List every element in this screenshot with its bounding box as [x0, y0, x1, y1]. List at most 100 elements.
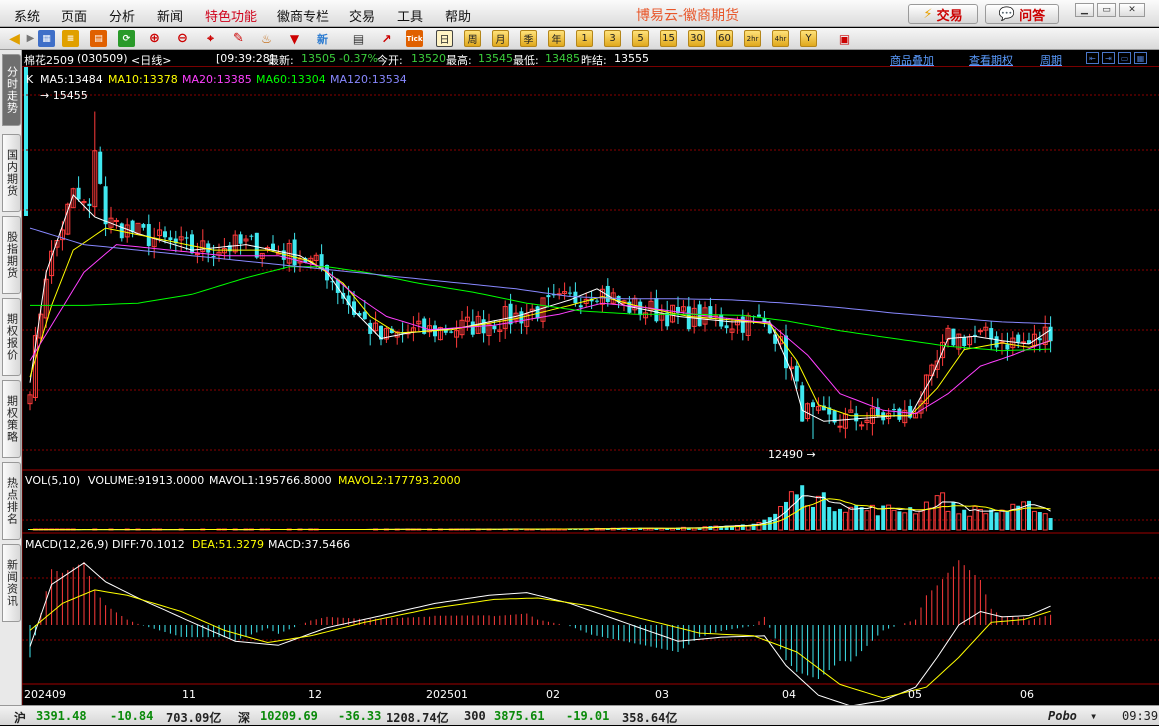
- macd-legend-dea: DEA:51.3279: [192, 538, 264, 551]
- prev-settle-label: 昨结:: [581, 54, 607, 67]
- sh-label: 沪: [14, 711, 27, 725]
- volume-bar: [918, 510, 924, 531]
- lightning-icon: ⚡: [923, 6, 933, 22]
- tab-option-quotes[interactable]: 期权报价: [2, 298, 21, 376]
- line-chart-icon[interactable]: ↗: [378, 30, 395, 47]
- volume-bar: [832, 511, 837, 530]
- back-icon[interactable]: ◀: [6, 30, 23, 47]
- x-axis-label: 202501: [426, 688, 468, 701]
- volume-bar: [778, 506, 784, 531]
- period-quarter[interactable]: 季: [520, 30, 537, 47]
- info-bar: 棉花2509 (030509) <日线> [09:39:28] 最新: 1350…: [22, 50, 1159, 67]
- status-bar: 沪 3391.48 -10.84 703.09亿 深 10209.69 -36.…: [0, 705, 1159, 725]
- minimize-icon[interactable]: ▁: [1075, 3, 1094, 17]
- tab-index-futures[interactable]: 股指期货: [2, 216, 21, 294]
- expand-icon[interactable]: ⇥: [1102, 52, 1115, 64]
- maximize-icon[interactable]: ▭: [1097, 3, 1116, 17]
- menu-analysis[interactable]: 分析: [109, 6, 135, 25]
- x-axis-label: 202409: [24, 688, 66, 701]
- volume-bar: [811, 506, 815, 530]
- forward-icon[interactable]: ▶: [22, 30, 39, 47]
- clock: 09:39: [1122, 709, 1159, 723]
- close-icon[interactable]: ✕: [1119, 3, 1145, 17]
- period-60min[interactable]: 60: [716, 30, 733, 47]
- period-3min[interactable]: 3: [604, 30, 621, 47]
- layout-icon[interactable]: ▦: [38, 30, 55, 47]
- bell-icon[interactable]: ♨: [258, 30, 275, 47]
- database-icon[interactable]: ≡: [62, 30, 79, 47]
- candle: [254, 232, 259, 258]
- period-30min[interactable]: 30: [688, 30, 705, 47]
- tab-timeshare[interactable]: 分时走势: [2, 54, 21, 126]
- trade-button[interactable]: ⚡ 交易: [908, 4, 978, 24]
- new-icon[interactable]: 新: [314, 30, 331, 47]
- candle: [1037, 338, 1042, 341]
- kline-chart[interactable]: → 15455 12490 → K MA5:13484 MA10:13378 MA20:1…: [22, 50, 1159, 705]
- candle: [773, 334, 778, 344]
- grid-icon[interactable]: ▦: [1134, 52, 1147, 64]
- sh-index: 3391.48: [36, 709, 87, 723]
- overlay-commodity-link[interactable]: 商品叠加: [890, 52, 934, 68]
- menu-features[interactable]: 特色功能: [205, 6, 257, 25]
- ask-button[interactable]: 💬 问答: [985, 4, 1059, 24]
- ma10-line: [29, 227, 1051, 417]
- period-year[interactable]: 年: [548, 30, 565, 47]
- period-15min[interactable]: 15: [660, 30, 677, 47]
- menu-system[interactable]: 系统: [14, 6, 40, 25]
- zoom-in-icon[interactable]: ⊕: [146, 30, 163, 47]
- period-1min[interactable]: 1: [576, 30, 593, 47]
- menu-news[interactable]: 新闻: [157, 6, 183, 25]
- menu-bar: 系统 页面 分析 新闻 特色功能 徽商专栏 交易 工具 帮助 博易云-徽商期货 …: [0, 0, 1159, 27]
- refresh-icon[interactable]: ⟳: [118, 30, 135, 47]
- period-day[interactable]: 日: [436, 30, 453, 47]
- tick-icon[interactable]: Tick: [406, 30, 423, 47]
- high-price: 13545: [478, 52, 513, 65]
- period-4hr[interactable]: 4hr: [772, 30, 789, 47]
- tab-option-strategy[interactable]: 期权策略: [2, 380, 21, 458]
- vol-legend-name: VOL(5,10): [25, 474, 80, 487]
- candle: [724, 325, 729, 329]
- tab-domestic-futures[interactable]: 国内期货: [2, 134, 21, 212]
- shrink-icon[interactable]: ⇤: [1086, 52, 1099, 64]
- table-icon[interactable]: ▤: [350, 30, 367, 47]
- volume-bar: [940, 492, 946, 531]
- macd-legend-diff: DIFF:70.1012: [112, 538, 185, 551]
- period-month[interactable]: 月: [492, 30, 509, 47]
- max-price-label: → 15455: [40, 89, 88, 102]
- scroll-indicator[interactable]: [24, 66, 28, 216]
- cy-index: 3875.61: [494, 709, 545, 723]
- candle: [837, 425, 843, 428]
- menu-trade[interactable]: 交易: [349, 6, 375, 25]
- cy-change: -19.01: [566, 709, 610, 723]
- menu-page[interactable]: 页面: [61, 6, 87, 25]
- calendar-icon[interactable]: ▣: [836, 30, 853, 47]
- period-link[interactable]: 周期: [1040, 52, 1062, 68]
- zoom-out-icon[interactable]: ⊖: [174, 30, 191, 47]
- dea-line: [29, 589, 1051, 699]
- tab-news[interactable]: 新闻资讯: [2, 544, 21, 622]
- sh-change: -10.84: [110, 709, 154, 723]
- menu-huishang[interactable]: 徽商专栏: [277, 6, 329, 25]
- period-custom[interactable]: Y: [800, 30, 817, 47]
- filter-icon[interactable]: ▼: [286, 30, 303, 47]
- candle: [211, 256, 216, 258]
- period-5min[interactable]: 5: [632, 30, 649, 47]
- candle: [76, 187, 81, 200]
- candle: [757, 314, 761, 317]
- signal-icon: ▾: [1090, 709, 1098, 723]
- tab-hot-ranking[interactable]: 热点排名: [2, 462, 21, 540]
- candle: [568, 292, 572, 294]
- menu-help[interactable]: 帮助: [445, 6, 471, 25]
- period-2hr[interactable]: 2hr: [744, 30, 761, 47]
- pen-icon[interactable]: ✎: [230, 30, 247, 47]
- chart-window-icon[interactable]: ▤: [90, 30, 107, 47]
- volume-bar: [967, 515, 973, 531]
- candle: [989, 328, 994, 340]
- menu-tools[interactable]: 工具: [397, 6, 423, 25]
- candle: [184, 237, 189, 239]
- crosshair-icon[interactable]: ⌖: [202, 30, 219, 47]
- volume-bar: [902, 512, 908, 531]
- window-icon[interactable]: ▭: [1118, 52, 1131, 64]
- view-options-link[interactable]: 查看期权: [969, 52, 1013, 68]
- period-week[interactable]: 周: [464, 30, 481, 47]
